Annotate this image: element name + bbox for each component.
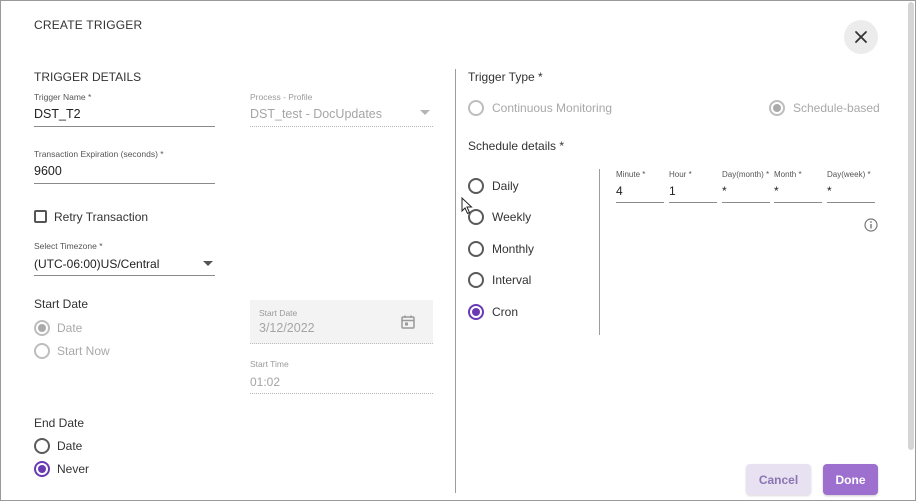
trigger-type-radio-continuous[interactable] bbox=[468, 100, 484, 116]
timezone-underline bbox=[34, 275, 215, 276]
cancel-button[interactable]: Cancel bbox=[746, 464, 811, 495]
cron-hour-label: Hour * bbox=[669, 170, 692, 179]
start-date-radio-now[interactable] bbox=[34, 343, 50, 359]
schedule-radio-cron[interactable] bbox=[468, 304, 484, 320]
schedule-option-weekly: Weekly bbox=[492, 210, 532, 224]
create-trigger-dialog: CREATE TRIGGER TRIGGER DETAILS Trigger N… bbox=[0, 0, 916, 501]
info-icon[interactable] bbox=[864, 218, 878, 232]
mouse-cursor-icon bbox=[461, 197, 473, 215]
schedule-radio-interval[interactable] bbox=[468, 272, 484, 288]
retry-label: Retry Transaction bbox=[54, 210, 149, 224]
start-date-field-value: 3/12/2022 bbox=[259, 321, 315, 335]
start-date-option-date: Date bbox=[57, 321, 83, 335]
close-icon bbox=[855, 31, 867, 43]
cron-month-label: Month * bbox=[774, 170, 802, 179]
trigger-details-heading: TRIGGER DETAILS bbox=[34, 70, 142, 84]
cron-month-input[interactable]: * bbox=[774, 184, 779, 198]
cron-dayweek-label: Day(week) * bbox=[827, 170, 871, 179]
dialog-title: CREATE TRIGGER bbox=[34, 18, 143, 32]
schedule-details-heading: Schedule details * bbox=[468, 139, 565, 153]
start-time-label: Start Time bbox=[250, 359, 289, 369]
schedule-radio-daily[interactable] bbox=[468, 178, 484, 194]
trigger-type-option-schedule: Schedule-based bbox=[793, 101, 880, 115]
timezone-label: Select Timezone * bbox=[34, 241, 103, 251]
process-profile-select[interactable]: DST_test - DocUpdates bbox=[250, 107, 382, 121]
trigger-name-input[interactable]: DST_T2 bbox=[34, 107, 81, 121]
cron-hour-input[interactable]: 1 bbox=[669, 184, 676, 198]
expiration-input[interactable]: 9600 bbox=[34, 164, 62, 178]
column-divider bbox=[455, 69, 456, 493]
trigger-name-label: Trigger Name * bbox=[34, 92, 92, 102]
start-date-heading: Start Date bbox=[34, 297, 89, 311]
end-date-heading: End Date bbox=[34, 416, 85, 430]
trigger-type-radio-schedule[interactable] bbox=[769, 100, 785, 116]
process-profile-label: Process - Profile bbox=[250, 92, 313, 102]
scrollbar[interactable] bbox=[908, 2, 914, 450]
end-date-radio-date[interactable] bbox=[34, 438, 50, 454]
schedule-option-monthly: Monthly bbox=[492, 242, 535, 256]
retry-checkbox[interactable] bbox=[34, 210, 47, 223]
schedule-radio-monthly[interactable] bbox=[468, 241, 484, 257]
cron-dayweek-input[interactable]: * bbox=[827, 184, 832, 198]
expiration-underline bbox=[34, 183, 215, 184]
cron-hour-underline bbox=[669, 202, 717, 203]
cron-minute-input[interactable]: 4 bbox=[616, 184, 623, 198]
schedule-option-cron: Cron bbox=[492, 305, 519, 319]
cron-daymonth-label: Day(month) * bbox=[722, 170, 770, 179]
start-time-underline bbox=[250, 393, 433, 394]
cron-daymonth-input[interactable]: * bbox=[722, 184, 727, 198]
timezone-select[interactable]: (UTC-06:00)US/Central bbox=[34, 257, 159, 271]
close-button[interactable] bbox=[844, 20, 878, 54]
end-date-radio-never[interactable] bbox=[34, 461, 50, 477]
start-date-field-label: Start Date bbox=[259, 308, 298, 318]
schedule-option-daily: Daily bbox=[492, 179, 519, 193]
cron-dayweek-underline bbox=[827, 202, 875, 203]
done-button[interactable]: Done bbox=[823, 464, 878, 495]
process-profile-underline bbox=[250, 126, 433, 127]
calendar-icon[interactable] bbox=[400, 314, 416, 330]
trigger-type-heading: Trigger Type * bbox=[468, 70, 543, 84]
schedule-option-interval: Interval bbox=[492, 273, 532, 287]
trigger-name-underline bbox=[34, 126, 215, 127]
chevron-down-icon bbox=[203, 261, 213, 266]
cron-minute-underline bbox=[616, 202, 664, 203]
start-date-option-now: Start Now bbox=[57, 344, 110, 358]
end-date-option-never: Never bbox=[57, 462, 90, 476]
cron-month-underline bbox=[774, 202, 822, 203]
cron-daymonth-underline bbox=[722, 202, 770, 203]
expiration-label: Transaction Expiration (seconds) * bbox=[34, 149, 164, 159]
trigger-type-option-continuous: Continuous Monitoring bbox=[492, 101, 613, 115]
cron-minute-label: Minute * bbox=[616, 170, 646, 179]
start-time-input[interactable]: 01:02 bbox=[250, 375, 280, 389]
schedule-divider bbox=[599, 169, 600, 335]
start-date-radio-date[interactable] bbox=[34, 320, 50, 336]
chevron-down-icon bbox=[420, 110, 430, 115]
end-date-option-date: Date bbox=[57, 439, 83, 453]
